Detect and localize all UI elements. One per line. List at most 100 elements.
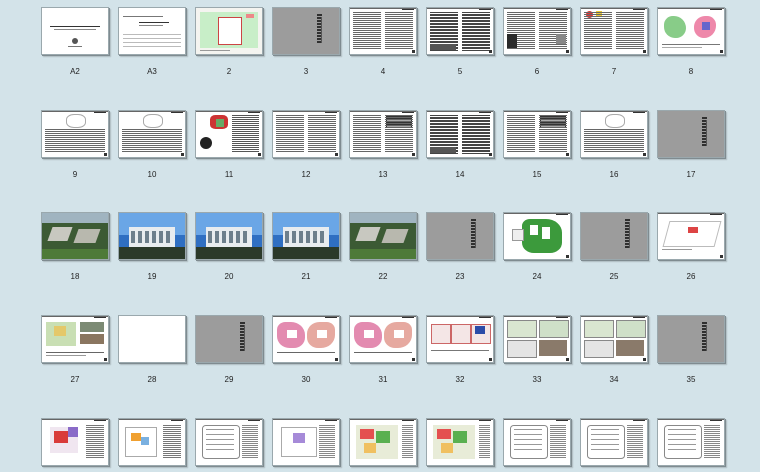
page-label: A3 — [147, 67, 157, 76]
page-thumbnail[interactable]: 27 — [41, 315, 109, 384]
page-preview-image[interactable] — [657, 110, 725, 158]
page-thumbnail[interactable]: 35 — [657, 315, 725, 384]
page-preview-image[interactable] — [580, 418, 648, 466]
page-label: 31 — [378, 375, 388, 384]
page-label: 30 — [301, 375, 311, 384]
page-label: 6 — [534, 67, 540, 76]
page-thumbnail[interactable]: 28 — [118, 315, 186, 384]
page-thumbnail[interactable]: 29 — [195, 315, 263, 384]
page-thumbnail[interactable]: 30 — [272, 315, 340, 384]
page-preview-image[interactable] — [657, 7, 725, 55]
page-preview-image[interactable] — [195, 7, 263, 55]
page-preview-image[interactable] — [426, 212, 494, 260]
page-label: 5 — [457, 67, 463, 76]
page-thumbnail[interactable]: 13 — [349, 110, 417, 179]
page-preview-image[interactable] — [272, 418, 340, 466]
page-preview-image[interactable] — [426, 7, 494, 55]
page-thumbnail[interactable]: 17 — [657, 110, 725, 179]
page-preview-image[interactable] — [657, 418, 725, 466]
page-preview-image[interactable] — [272, 7, 340, 55]
page-thumbnail[interactable] — [426, 418, 494, 466]
page-label: 19 — [147, 272, 157, 281]
page-thumbnail[interactable] — [272, 418, 340, 466]
page-preview-image[interactable] — [118, 212, 186, 260]
page-preview-image[interactable] — [426, 315, 494, 363]
page-thumbnail[interactable]: 34 — [580, 315, 648, 384]
page-preview-image[interactable] — [657, 212, 725, 260]
page-preview-image[interactable] — [272, 315, 340, 363]
page-preview-image[interactable] — [41, 315, 109, 363]
page-thumbnail[interactable]: A3 — [118, 7, 186, 76]
page-thumbnail[interactable]: 26 — [657, 212, 725, 281]
page-thumbnail[interactable]: 18 — [41, 212, 109, 281]
page-thumbnail[interactable]: 5 — [426, 7, 494, 76]
page-preview-image[interactable] — [503, 212, 571, 260]
page-preview-image[interactable] — [503, 315, 571, 363]
page-thumbnail[interactable] — [41, 418, 109, 466]
page-preview-image[interactable] — [503, 7, 571, 55]
page-thumbnail[interactable]: 32 — [426, 315, 494, 384]
page-preview-image[interactable] — [580, 315, 648, 363]
page-label: 17 — [686, 170, 696, 179]
page-label: 25 — [609, 272, 619, 281]
page-thumbnail[interactable]: 9 — [41, 110, 109, 179]
page-thumbnail[interactable]: 23 — [426, 212, 494, 281]
page-preview-image[interactable] — [580, 7, 648, 55]
page-thumbnail[interactable]: 16 — [580, 110, 648, 179]
page-thumbnail[interactable] — [657, 418, 725, 466]
page-preview-image[interactable] — [272, 212, 340, 260]
page-preview-image[interactable] — [195, 418, 263, 466]
page-thumbnail[interactable]: 2 — [195, 7, 263, 76]
page-label: 35 — [686, 375, 696, 384]
page-thumbnail[interactable]: 3 — [272, 7, 340, 76]
page-preview-image[interactable] — [41, 212, 109, 260]
page-thumbnail[interactable] — [349, 418, 417, 466]
page-preview-image[interactable] — [41, 7, 109, 55]
page-preview-image[interactable] — [580, 212, 648, 260]
page-preview-image[interactable] — [195, 110, 263, 158]
page-thumbnail[interactable]: 31 — [349, 315, 417, 384]
page-preview-image[interactable] — [426, 418, 494, 466]
page-thumbnail[interactable] — [118, 418, 186, 466]
page-thumbnail[interactable]: 6 — [503, 7, 571, 76]
page-preview-image[interactable] — [503, 418, 571, 466]
page-thumbnail[interactable]: 25 — [580, 212, 648, 281]
page-thumbnail[interactable]: 21 — [272, 212, 340, 281]
page-thumbnail[interactable] — [503, 418, 571, 466]
page-thumbnail[interactable]: 4 — [349, 7, 417, 76]
page-thumbnail[interactable]: 8 — [657, 7, 725, 76]
page-preview-image[interactable] — [580, 110, 648, 158]
page-preview-image[interactable] — [41, 418, 109, 466]
page-thumbnail[interactable]: 22 — [349, 212, 417, 281]
page-thumbnail[interactable] — [580, 418, 648, 466]
page-thumbnail[interactable]: 12 — [272, 110, 340, 179]
page-preview-image[interactable] — [426, 110, 494, 158]
page-thumbnail[interactable]: 33 — [503, 315, 571, 384]
page-thumbnail[interactable]: A2 — [41, 7, 109, 76]
page-preview-image[interactable] — [503, 110, 571, 158]
page-thumbnail[interactable]: 10 — [118, 110, 186, 179]
page-thumbnail[interactable] — [195, 418, 263, 466]
page-preview-image[interactable] — [118, 418, 186, 466]
page-preview-image[interactable] — [349, 7, 417, 55]
page-preview-image[interactable] — [349, 212, 417, 260]
page-label: 22 — [378, 272, 388, 281]
page-preview-image[interactable] — [195, 212, 263, 260]
page-thumbnail[interactable]: 24 — [503, 212, 571, 281]
page-preview-image[interactable] — [657, 315, 725, 363]
page-preview-image[interactable] — [118, 110, 186, 158]
page-preview-image[interactable] — [349, 418, 417, 466]
page-thumbnail[interactable]: 7 — [580, 7, 648, 76]
page-preview-image[interactable] — [41, 110, 109, 158]
page-thumbnail[interactable]: 20 — [195, 212, 263, 281]
page-thumbnail[interactable]: 19 — [118, 212, 186, 281]
page-preview-image[interactable] — [118, 315, 186, 363]
page-preview-image[interactable] — [349, 315, 417, 363]
page-preview-image[interactable] — [349, 110, 417, 158]
page-preview-image[interactable] — [118, 7, 186, 55]
page-preview-image[interactable] — [195, 315, 263, 363]
page-preview-image[interactable] — [272, 110, 340, 158]
page-thumbnail[interactable]: 15 — [503, 110, 571, 179]
page-thumbnail[interactable]: 14 — [426, 110, 494, 179]
page-thumbnail[interactable]: 11 — [195, 110, 263, 179]
